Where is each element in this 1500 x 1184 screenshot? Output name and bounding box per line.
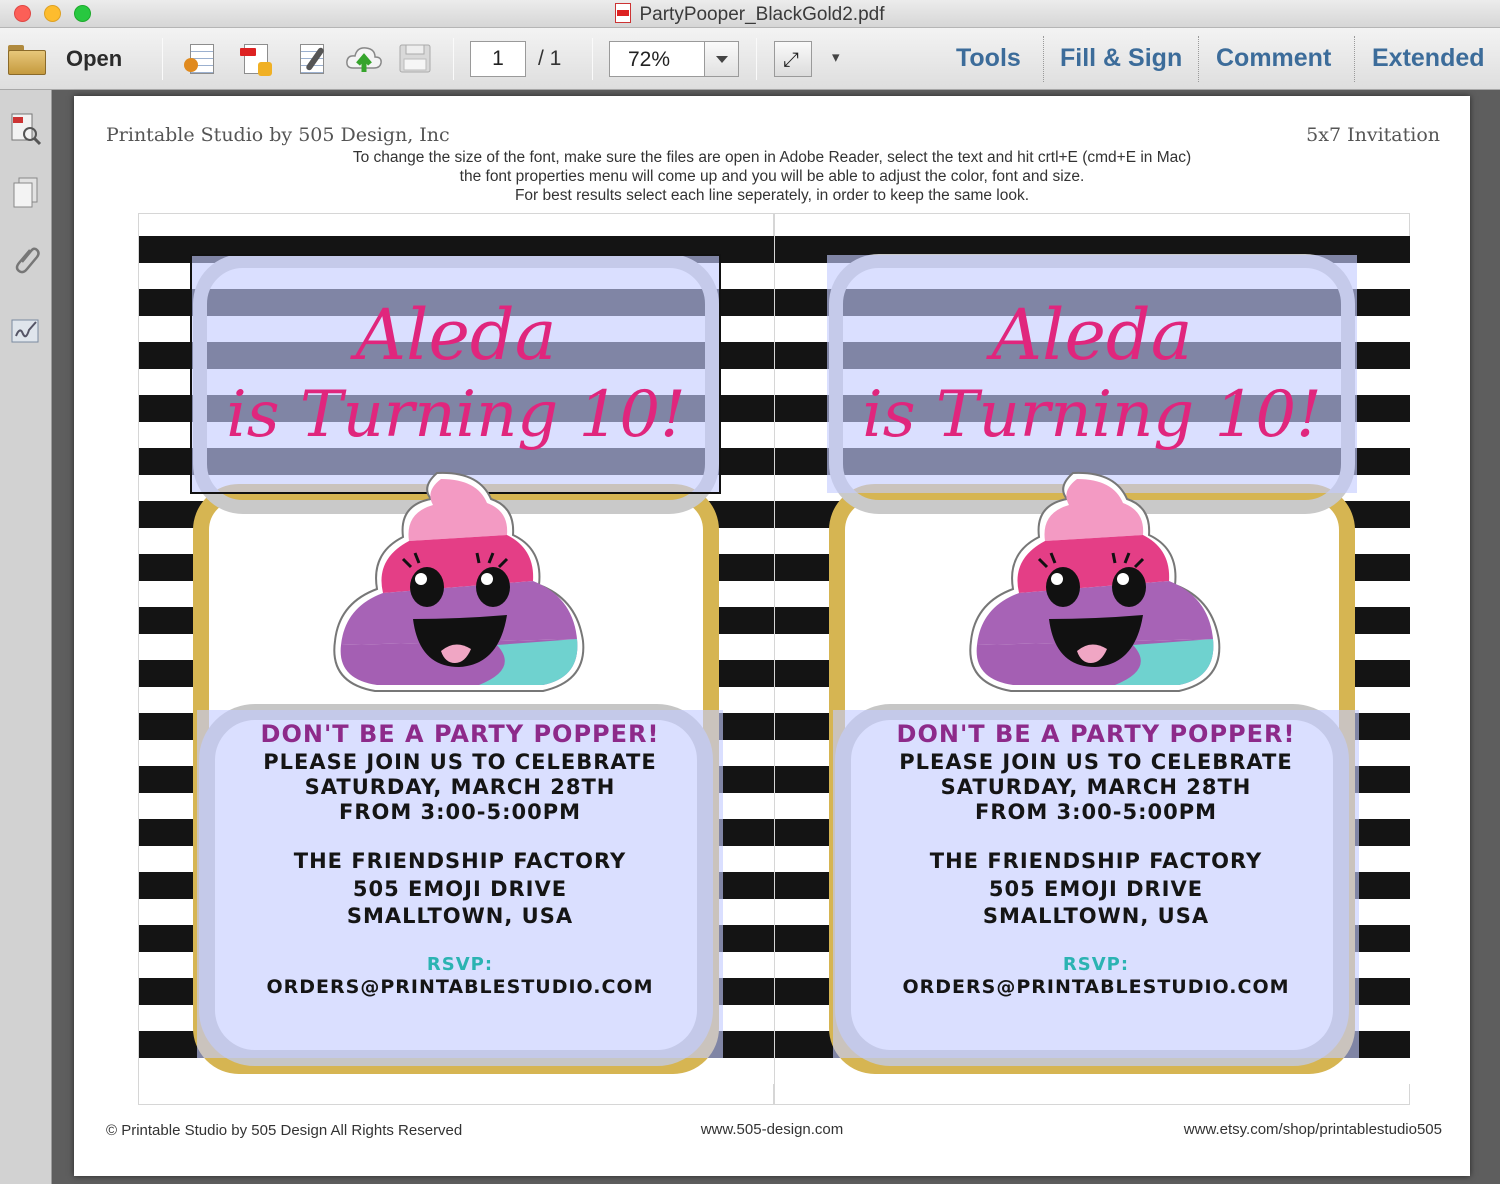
upload-button[interactable] [344,42,382,76]
zoom-value: 72% [628,48,671,71]
invitation-line[interactable]: PLEASE JOIN US TO CELEBRATE [197,750,723,774]
rainbow-poop-emoji-icon [333,471,585,692]
toolbar: Open 1 / 1 72% ⤢ ▾ Tools Fill & Sign Com… [0,28,1500,90]
title-bar: PartyPooper_BlackGold2.pdf [0,0,1500,28]
attachments-icon[interactable] [10,242,42,276]
page-header-right: 5x7 Invitation [1306,124,1440,146]
invitation-line[interactable]: PLEASE JOIN US TO CELEBRATE [833,750,1359,774]
invitation-card-left: Aleda is Turning 10! DON'T BE A PARTY PO… [138,213,774,1105]
export-pdf-button[interactable] [238,42,274,76]
instruction-line: To change the size of the font, make sur… [352,149,1192,166]
tab-separator [1043,36,1044,82]
page-number-input[interactable]: 1 [470,41,526,77]
extended-tab[interactable]: Extended [1372,44,1485,73]
instructions-text: To change the size of the font, make sur… [74,148,1470,205]
invitation-date[interactable]: SATURDAY, MARCH 28TH [197,775,723,799]
birthday-turning-text[interactable]: is Turning 10! [191,382,721,448]
create-pdf-button[interactable] [184,42,220,76]
tab-separator [1354,36,1355,82]
invitation-venue[interactable]: THE FRIENDSHIP FACTORY [197,849,723,873]
edit-pdf-button[interactable] [294,42,330,76]
pdf-file-icon [615,3,632,23]
birthday-turning-text[interactable]: is Turning 10! [827,382,1357,448]
arrow-badge-icon [184,58,198,72]
folder-icon [8,45,46,75]
invitation-time[interactable]: FROM 3:00-5:00PM [833,800,1359,824]
rainbow-poop-emoji-icon [969,471,1221,692]
fullscreen-icon: ⤢ [783,49,799,71]
invitation-venue[interactable]: THE FRIENDSHIP FACTORY [833,849,1359,873]
invitation-card-right: Aleda is Turning 10! DON'T BE A PARTY PO… [774,213,1410,1105]
rsvp-label[interactable]: RSVP: [197,954,723,975]
invitation-address[interactable]: 505 EMOJI DRIVE [197,877,723,901]
rsvp-label[interactable]: RSVP: [833,954,1359,975]
invitation-time[interactable]: FROM 3:00-5:00PM [197,800,723,824]
toolbar-separator [453,38,454,80]
pdf-badge-icon [240,48,256,56]
tab-separator [1198,36,1199,82]
toolbar-overflow-button[interactable]: ▾ [832,48,840,66]
upload-cloud-icon [346,47,382,72]
chevron-down-icon[interactable] [704,42,738,76]
window-title-text: PartyPooper_BlackGold2.pdf [639,4,885,25]
save-icon [399,44,431,73]
page-thumbnails-icon[interactable] [10,176,42,210]
page-total: / 1 [538,47,562,70]
invitation-date[interactable]: SATURDAY, MARCH 28TH [833,775,1359,799]
tools-tab[interactable]: Tools [956,44,1021,73]
invitation-headline[interactable]: DON'T BE A PARTY POPPER! [833,720,1359,748]
instruction-line: the font properties menu will come up an… [459,168,1085,185]
invitation-city[interactable]: SMALLTOWN, USA [197,904,723,928]
navigation-pane [0,90,52,1184]
save-button[interactable] [398,42,434,76]
invitation-address[interactable]: 505 EMOJI DRIVE [833,877,1359,901]
open-button[interactable]: Open [8,40,122,78]
fullscreen-button[interactable]: ⤢ [774,41,812,77]
toolbar-separator [756,38,757,80]
open-button-label: Open [66,46,123,71]
signature-icon[interactable] [10,314,42,348]
instruction-line: For best results select each line sepera… [514,187,1030,204]
zoom-select[interactable]: 72% [609,41,739,77]
fill-sign-tab[interactable]: Fill & Sign [1060,44,1182,73]
page-footer-right: www.etsy.com/shop/printablestudio505 [1183,1121,1442,1138]
toolbar-separator [592,38,593,80]
pdf-page: Printable Studio by 505 Design, Inc 5x7 … [74,96,1470,1176]
star-badge-icon [258,62,272,76]
comment-tab[interactable]: Comment [1216,44,1331,73]
birthday-name[interactable]: Aleda [191,300,721,370]
invitation-city[interactable]: SMALLTOWN, USA [833,904,1359,928]
window-title: PartyPooper_BlackGold2.pdf [0,3,1500,26]
toolbar-separator [162,38,163,80]
rsvp-email[interactable]: ORDERS@PRINTABLESTUDIO.COM [833,976,1359,998]
birthday-name[interactable]: Aleda [827,300,1357,370]
page-header-left: Printable Studio by 505 Design, Inc [106,124,450,146]
invitation-headline[interactable]: DON'T BE A PARTY POPPER! [197,720,723,748]
pages-search-icon[interactable] [10,112,42,146]
rsvp-email[interactable]: ORDERS@PRINTABLESTUDIO.COM [197,976,723,998]
